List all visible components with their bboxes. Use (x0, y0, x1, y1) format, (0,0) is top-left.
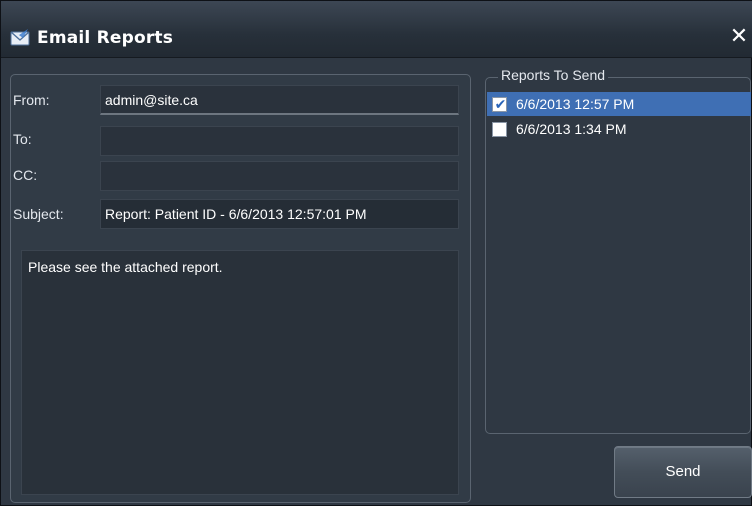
report-item[interactable]: 6/6/2013 1:34 PM (487, 117, 751, 141)
report-item[interactable]: ✔ 6/6/2013 12:57 PM (487, 92, 751, 116)
title-bar[interactable]: Email Reports ✕ (1, 1, 752, 58)
to-label: To: (13, 131, 32, 147)
send-button[interactable]: Send (614, 446, 752, 498)
from-field[interactable]: admin@site.ca (100, 85, 459, 115)
report-item-label: 6/6/2013 1:34 PM (516, 121, 627, 137)
cc-field[interactable] (100, 161, 459, 191)
to-field[interactable] (100, 126, 459, 156)
report-checkbox[interactable] (492, 122, 507, 137)
window-title: Email Reports (37, 28, 174, 48)
checkmark-icon: ✔ (494, 97, 507, 113)
envelope-icon (10, 29, 30, 46)
reports-group-label: Reports To Send (498, 67, 609, 83)
cc-label: CC: (13, 167, 38, 183)
close-button[interactable]: ✕ (727, 23, 751, 51)
subject-field[interactable]: Report: Patient ID - 6/6/2013 12:57:01 P… (100, 199, 459, 229)
subject-label: Subject: (13, 206, 64, 222)
message-body[interactable]: Please see the attached report. (21, 250, 459, 495)
email-reports-window: Email Reports ✕ From: admin@site.ca To: … (0, 0, 752, 506)
report-item-label: 6/6/2013 12:57 PM (516, 96, 635, 112)
from-label: From: (13, 92, 50, 108)
close-icon[interactable]: ✕ (730, 24, 748, 49)
report-checkbox[interactable]: ✔ (492, 97, 507, 113)
